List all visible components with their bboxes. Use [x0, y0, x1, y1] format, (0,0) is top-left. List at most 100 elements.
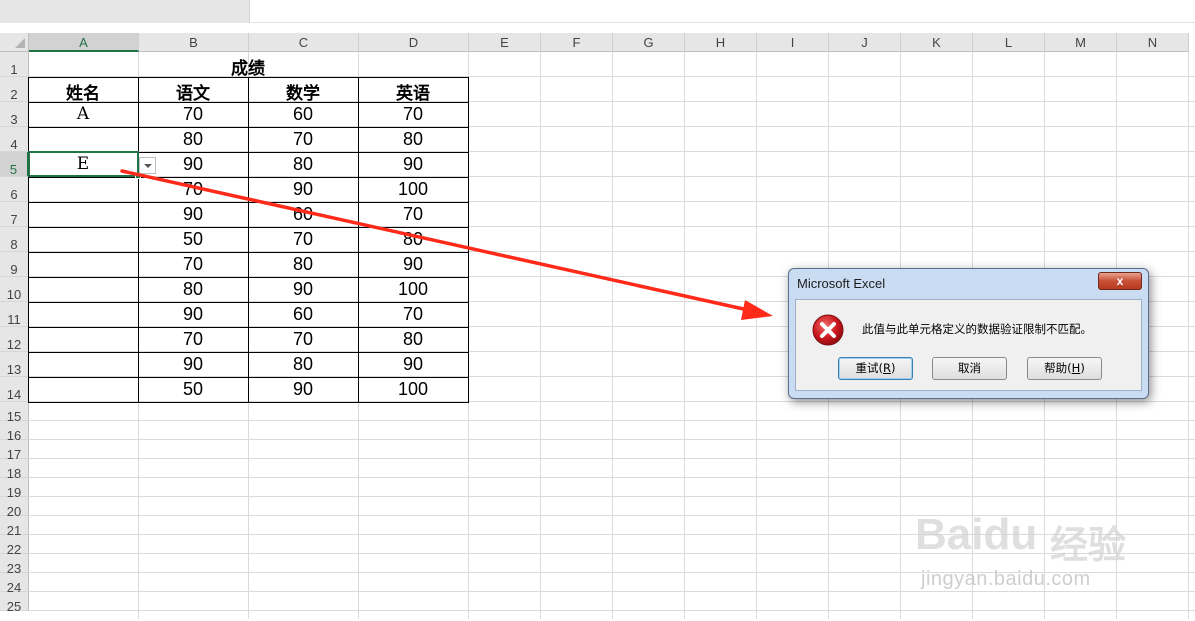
column-header-n[interactable]: N [1117, 33, 1189, 52]
select-all-button[interactable] [0, 33, 29, 52]
table-cell[interactable]: 60 [248, 204, 358, 225]
table-cell[interactable]: 70 [358, 304, 468, 325]
column-header-j[interactable]: J [829, 33, 901, 52]
table-cell[interactable]: 90 [248, 179, 358, 200]
close-button[interactable]: x [1098, 272, 1142, 290]
table-cell[interactable]: 80 [248, 254, 358, 275]
row-header-12[interactable]: 12 [0, 327, 29, 352]
table-cell[interactable]: 100 [358, 179, 468, 200]
row-header-25[interactable]: 25 [0, 592, 29, 614]
table-cell[interactable]: 70 [248, 329, 358, 350]
error-icon [812, 314, 844, 346]
table-cell[interactable]: 80 [138, 129, 248, 150]
retry-button[interactable]: 重试(R) [838, 357, 913, 380]
row-header-15[interactable]: 15 [0, 402, 29, 424]
row-header-9[interactable]: 9 [0, 252, 29, 277]
table-border [248, 77, 249, 403]
table-border [28, 302, 469, 303]
table-header-cell[interactable]: 英语 [358, 79, 468, 104]
row-header-3[interactable]: 3 [0, 102, 29, 127]
table-cell[interactable]: 50 [138, 379, 248, 400]
table-cell[interactable]: 90 [358, 154, 468, 175]
table-header-cell[interactable]: 语文 [138, 79, 248, 104]
column-header-l[interactable]: L [973, 33, 1045, 52]
table-cell[interactable]: 100 [358, 379, 468, 400]
row-header-21[interactable]: 21 [0, 516, 29, 538]
validation-dropdown-button[interactable] [139, 157, 156, 174]
row-header-23[interactable]: 23 [0, 554, 29, 576]
table-cell[interactable]: 50 [138, 229, 248, 250]
gridline-horizontal [29, 496, 1195, 497]
row-header-19[interactable]: 19 [0, 478, 29, 500]
table-cell[interactable]: 90 [138, 354, 248, 375]
table-cell[interactable]: 80 [358, 329, 468, 350]
row-header-6[interactable]: 6 [0, 177, 29, 202]
table-cell[interactable]: A [28, 104, 138, 124]
row-header-22[interactable]: 22 [0, 535, 29, 557]
formula-bar[interactable] [251, 0, 1195, 23]
help-button[interactable]: 帮助(H) [1027, 357, 1102, 380]
column-header-c[interactable]: C [249, 33, 359, 52]
table-cell[interactable]: 80 [358, 229, 468, 250]
table-cell[interactable]: 70 [358, 204, 468, 225]
column-header-d[interactable]: D [359, 33, 469, 52]
table-header-cell[interactable]: 姓名 [28, 79, 138, 104]
table-cell[interactable]: 70 [248, 229, 358, 250]
cancel-button[interactable]: 取消 [932, 357, 1007, 380]
column-header-i[interactable]: I [757, 33, 829, 52]
column-header-b[interactable]: B [139, 33, 249, 52]
table-border [28, 227, 469, 228]
column-header-a[interactable]: A [29, 33, 139, 52]
table-cell[interactable]: 60 [248, 304, 358, 325]
row-header-17[interactable]: 17 [0, 440, 29, 462]
table-cell[interactable]: 70 [138, 254, 248, 275]
gridline-horizontal [29, 591, 1195, 592]
table-cell[interactable]: 70 [358, 104, 468, 125]
row-header-24[interactable]: 24 [0, 573, 29, 595]
name-box[interactable] [0, 0, 250, 23]
column-header-e[interactable]: E [469, 33, 541, 52]
table-cell[interactable]: 80 [138, 279, 248, 300]
selected-cell-a5[interactable] [28, 151, 139, 177]
row-header-5[interactable]: 5 [0, 152, 29, 177]
row-header-14[interactable]: 14 [0, 377, 29, 402]
row-header-18[interactable]: 18 [0, 459, 29, 481]
column-header-f[interactable]: F [541, 33, 613, 52]
table-cell[interactable]: 90 [138, 204, 248, 225]
table-cell[interactable]: 80 [248, 154, 358, 175]
table-cell[interactable]: 90 [248, 379, 358, 400]
gridline-horizontal [29, 420, 1195, 421]
column-header-m[interactable]: M [1045, 33, 1117, 52]
help-label: 帮助 [1044, 361, 1068, 375]
table-cell[interactable]: 70 [138, 329, 248, 350]
column-header-k[interactable]: K [901, 33, 973, 52]
row-header-7[interactable]: 7 [0, 202, 29, 227]
row-header-16[interactable]: 16 [0, 421, 29, 443]
table-cell[interactable]: 90 [358, 254, 468, 275]
table-border [28, 102, 469, 103]
table-cell[interactable]: 70 [138, 179, 248, 200]
table-cell[interactable]: 70 [248, 129, 358, 150]
row-header-4[interactable]: 4 [0, 127, 29, 152]
row-header-10[interactable]: 10 [0, 277, 29, 302]
table-cell[interactable]: 90 [248, 279, 358, 300]
column-header-h[interactable]: H [685, 33, 757, 52]
row-header-2[interactable]: 2 [0, 77, 29, 102]
table-cell[interactable]: 60 [248, 104, 358, 125]
row-header-11[interactable]: 11 [0, 302, 29, 327]
row-header-20[interactable]: 20 [0, 497, 29, 519]
row-header-1[interactable]: 1 [0, 52, 29, 77]
table-cell[interactable]: 70 [138, 104, 248, 125]
table-cell[interactable]: 80 [358, 129, 468, 150]
table-cell[interactable]: 90 [138, 304, 248, 325]
table-cell[interactable]: 80 [248, 354, 358, 375]
table-cell[interactable]: 90 [358, 354, 468, 375]
dialog-body: 此值与此单元格定义的数据验证限制不匹配。 重试(R) 取消 帮助(H) [795, 299, 1142, 391]
column-header-g[interactable]: G [613, 33, 685, 52]
row-header-13[interactable]: 13 [0, 352, 29, 377]
table-header-cell[interactable]: 数学 [248, 79, 358, 104]
row-header-8[interactable]: 8 [0, 227, 29, 252]
retry-key: R [883, 361, 891, 375]
gridline-horizontal [29, 439, 1195, 440]
table-cell[interactable]: 100 [358, 279, 468, 300]
